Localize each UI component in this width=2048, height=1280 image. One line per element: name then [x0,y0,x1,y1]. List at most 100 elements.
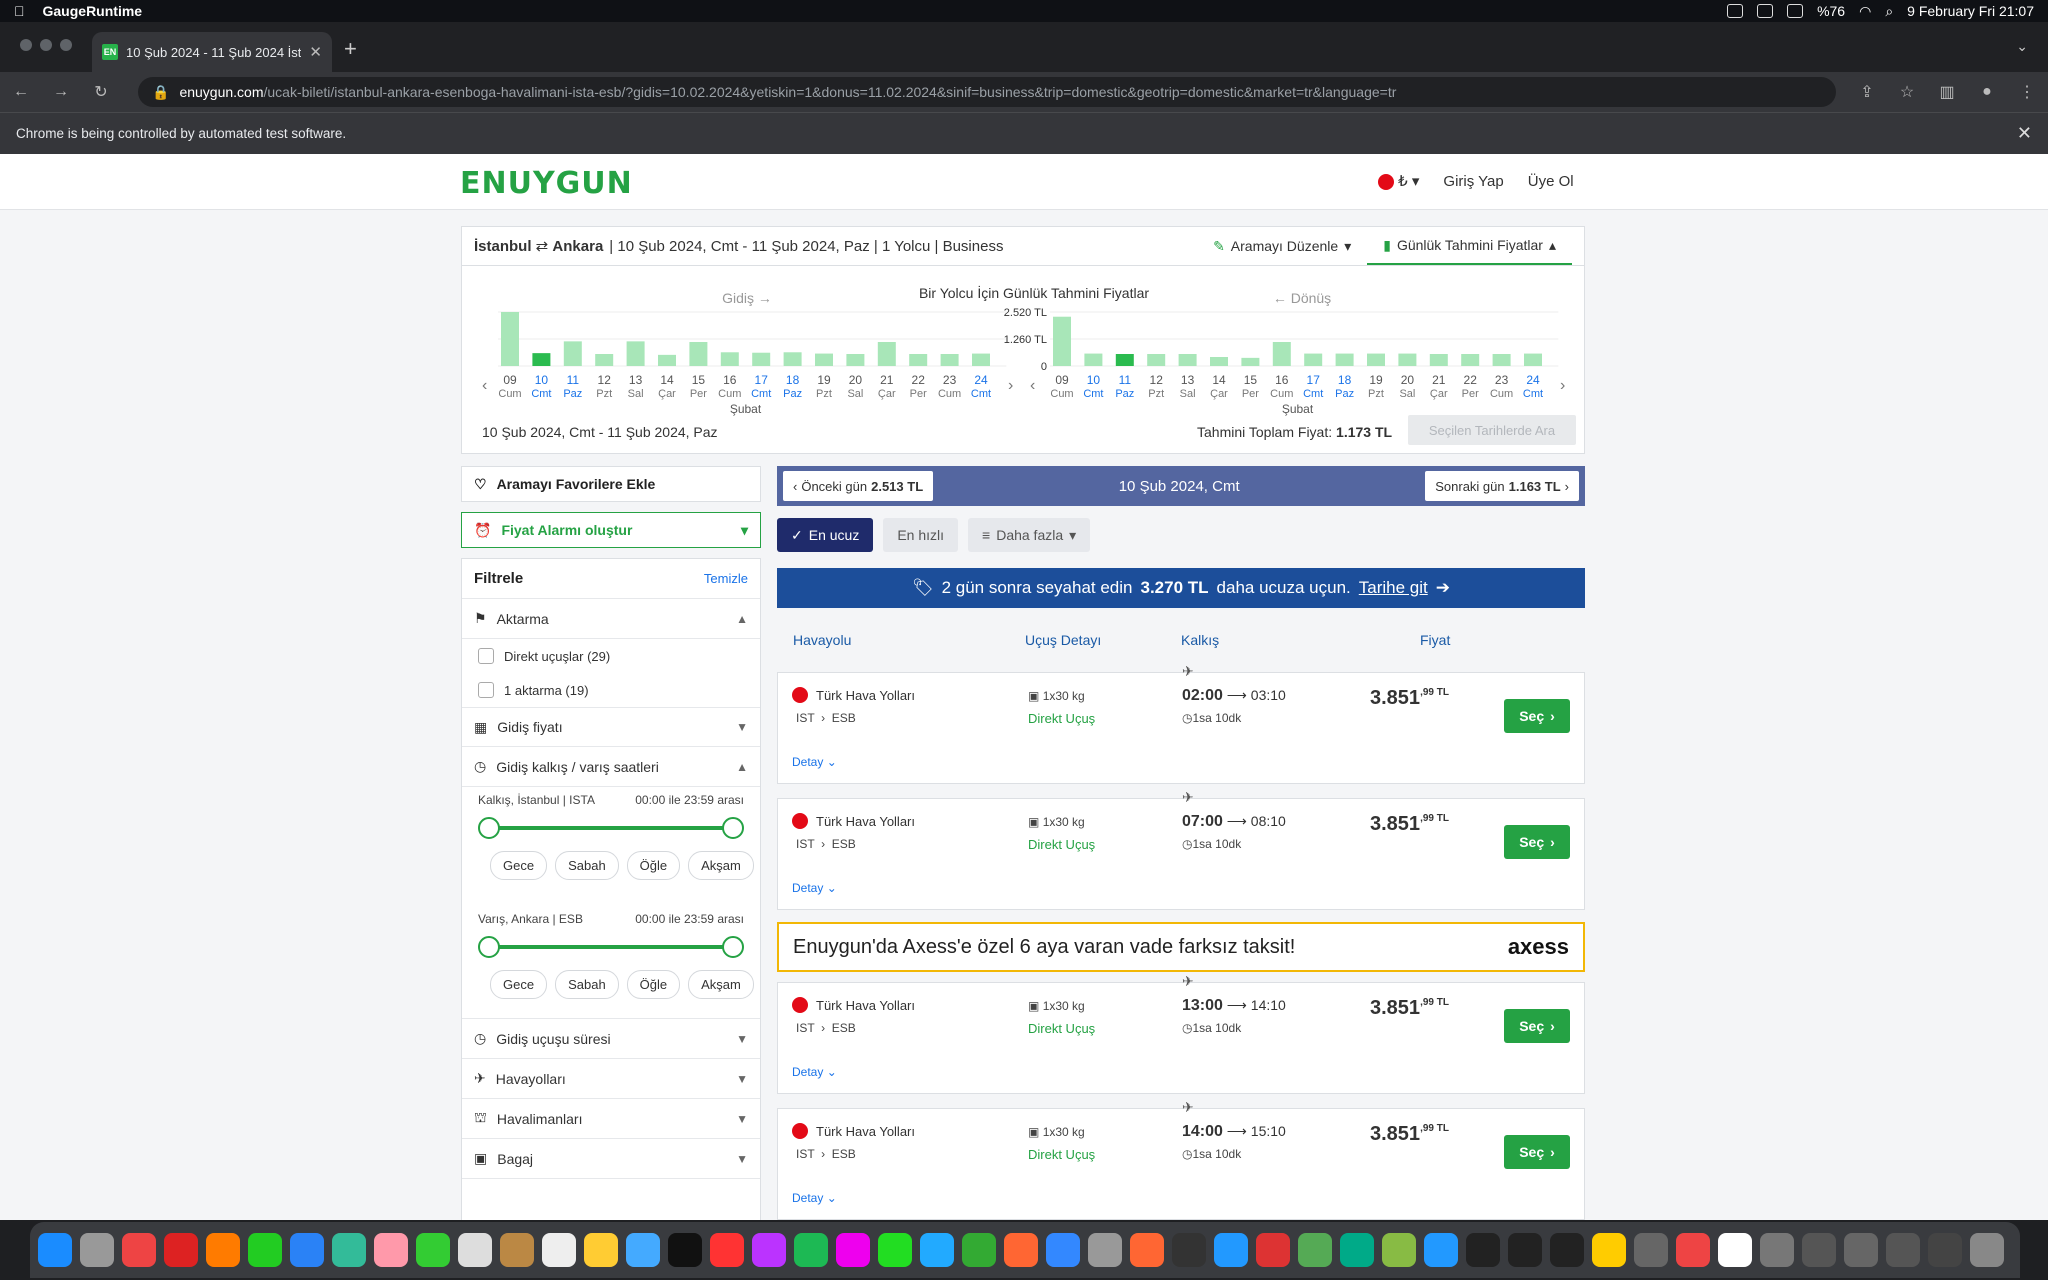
zoom-window-button[interactable] [60,39,72,51]
dock-app-icon[interactable] [1172,1233,1206,1267]
dock-app-icon[interactable] [542,1233,576,1267]
nav-next-departure[interactable]: › [1008,377,1013,394]
price-bar[interactable] [846,354,865,366]
reload-icon[interactable]: ↻ [92,82,110,102]
filter-duration[interactable]: ◷ Gidiş uçuşu süresi ▼ [462,1019,760,1059]
filter-dep-price[interactable]: ▦ Gidiş fiyatı ▼ [462,707,760,747]
dock-app-icon[interactable] [1592,1233,1626,1267]
price-bar[interactable] [909,354,928,366]
dock-app-icon[interactable] [80,1233,114,1267]
price-bar[interactable] [532,353,551,366]
slot-night-button[interactable]: Gece [490,970,548,999]
dock-app-icon[interactable] [1214,1233,1248,1267]
dock-app-icon[interactable] [1970,1233,2004,1267]
new-tab-button[interactable]: + [344,36,357,62]
dock-app-icon[interactable] [1676,1233,1710,1267]
status-icon[interactable] [1757,4,1774,18]
price-bar[interactable] [1241,357,1260,366]
dock-app-icon[interactable] [248,1233,282,1267]
price-bar[interactable] [1147,354,1166,366]
forward-icon[interactable]: → [52,83,70,101]
sort-more-button[interactable]: ≡ Daha fazla ▾ [968,518,1091,552]
price-bar[interactable] [720,352,739,366]
login-link[interactable]: Giriş Yap [1443,173,1503,190]
dock-app-icon[interactable] [206,1233,240,1267]
clear-filters-link[interactable]: Temizle [704,571,748,586]
price-bar[interactable] [1272,342,1291,366]
price-bar[interactable] [595,354,614,366]
dock-app-icon[interactable] [1844,1233,1878,1267]
slider-handle-max[interactable] [722,817,744,839]
price-bar[interactable] [1115,354,1134,366]
dock-app-icon[interactable] [458,1233,492,1267]
dock-app-icon[interactable] [1424,1233,1458,1267]
dock-app-icon[interactable] [878,1233,912,1267]
slot-morning-button[interactable]: Sabah [555,970,619,999]
side-panel-icon[interactable]: ▥ [1938,82,1956,102]
dock-app-icon[interactable] [1004,1233,1038,1267]
search-icon[interactable]: ⌕ [1885,3,1893,20]
dock-app-icon[interactable] [416,1233,450,1267]
dock-app-icon[interactable] [1256,1233,1290,1267]
search-selected-dates-button[interactable]: Seçilen Tarihlerde Ara [1408,415,1576,445]
price-bar[interactable] [1461,354,1480,366]
dock-app-icon[interactable] [1298,1233,1332,1267]
arrival-time-slider[interactable] [478,932,744,962]
slider-handle-min[interactable] [478,817,500,839]
price-alarm-button[interactable]: ⏰ Fiyat Alarmı oluştur ▾ [461,512,761,548]
app-name[interactable]: GaugeRuntime [43,3,143,19]
price-bar[interactable] [877,342,896,366]
dock-app-icon[interactable] [1802,1233,1836,1267]
filter-airlines[interactable]: ✈ Havayolları ▼ [462,1059,760,1099]
price-bar[interactable] [689,342,708,366]
dock-app-icon[interactable] [1760,1233,1794,1267]
dock-app-icon[interactable] [962,1233,996,1267]
close-window-button[interactable] [20,39,32,51]
dock-app-icon[interactable] [290,1233,324,1267]
menu-icon[interactable]: ⋮ [2018,82,2036,102]
one-stop-checkbox[interactable]: 1 aktarma (19) [462,673,760,707]
price-bar[interactable] [1398,353,1417,366]
slider-handle-min[interactable] [478,936,500,958]
add-favorite-button[interactable]: ♡ Aramayı Favorilere Ekle [461,466,761,502]
select-flight-button[interactable]: Seç › [1504,825,1570,859]
dock-app-icon[interactable] [38,1233,72,1267]
lock-icon[interactable]: 🔒 [152,84,169,101]
enuygun-logo[interactable]: ENUYGUN [460,166,633,201]
slot-evening-button[interactable]: Akşam [688,970,754,999]
status-icon[interactable] [1727,4,1744,18]
price-bar[interactable] [1210,357,1228,366]
dock-app-icon[interactable] [1046,1233,1080,1267]
close-tab-icon[interactable]: ✕ [309,43,322,61]
sort-fastest-button[interactable]: En hızlı [883,518,959,552]
slot-noon-button[interactable]: Öğle [626,970,681,999]
dock-app-icon[interactable] [1088,1233,1122,1267]
nav-prev-departure[interactable]: ‹ [482,377,487,394]
price-bar[interactable] [1084,353,1103,366]
dock-app-icon[interactable] [1928,1233,1962,1267]
price-bar[interactable] [658,354,676,366]
slider-handle-max[interactable] [722,936,744,958]
nav-next-return[interactable]: › [1560,377,1565,394]
filter-transfer[interactable]: ⚑ Aktarma ▲ [462,599,760,639]
dock-app-icon[interactable] [1130,1233,1164,1267]
edit-search-button[interactable]: ✎ Aramayı Düzenle ▾ [1197,227,1367,265]
dock-app-icon[interactable] [710,1233,744,1267]
price-bar[interactable] [1367,353,1385,366]
dock-app-icon[interactable] [1340,1233,1374,1267]
dock-app-icon[interactable] [794,1233,828,1267]
flight-details-link[interactable]: Detay ⌄ [792,1065,837,1079]
price-bar[interactable] [783,352,802,366]
filter-airports[interactable]: ⛫ Havalimanları ▼ [462,1099,760,1139]
profile-icon[interactable]: ● [1978,83,1996,101]
price-bar[interactable] [1304,353,1323,366]
dock-app-icon[interactable] [1466,1233,1500,1267]
price-bar[interactable] [501,312,519,366]
filter-baggage[interactable]: ▣ Bagaj ▼ [462,1139,760,1179]
back-icon[interactable]: ← [12,83,30,101]
slot-night-button[interactable]: Gece [490,851,548,880]
dock-app-icon[interactable] [584,1233,618,1267]
bookmark-star-icon[interactable]: ☆ [1898,82,1916,102]
address-bar[interactable]: 🔒 enuygun.com/ucak-bileti/istanbul-ankar… [138,77,1836,107]
flight-details-link[interactable]: Detay ⌄ [792,1191,837,1205]
